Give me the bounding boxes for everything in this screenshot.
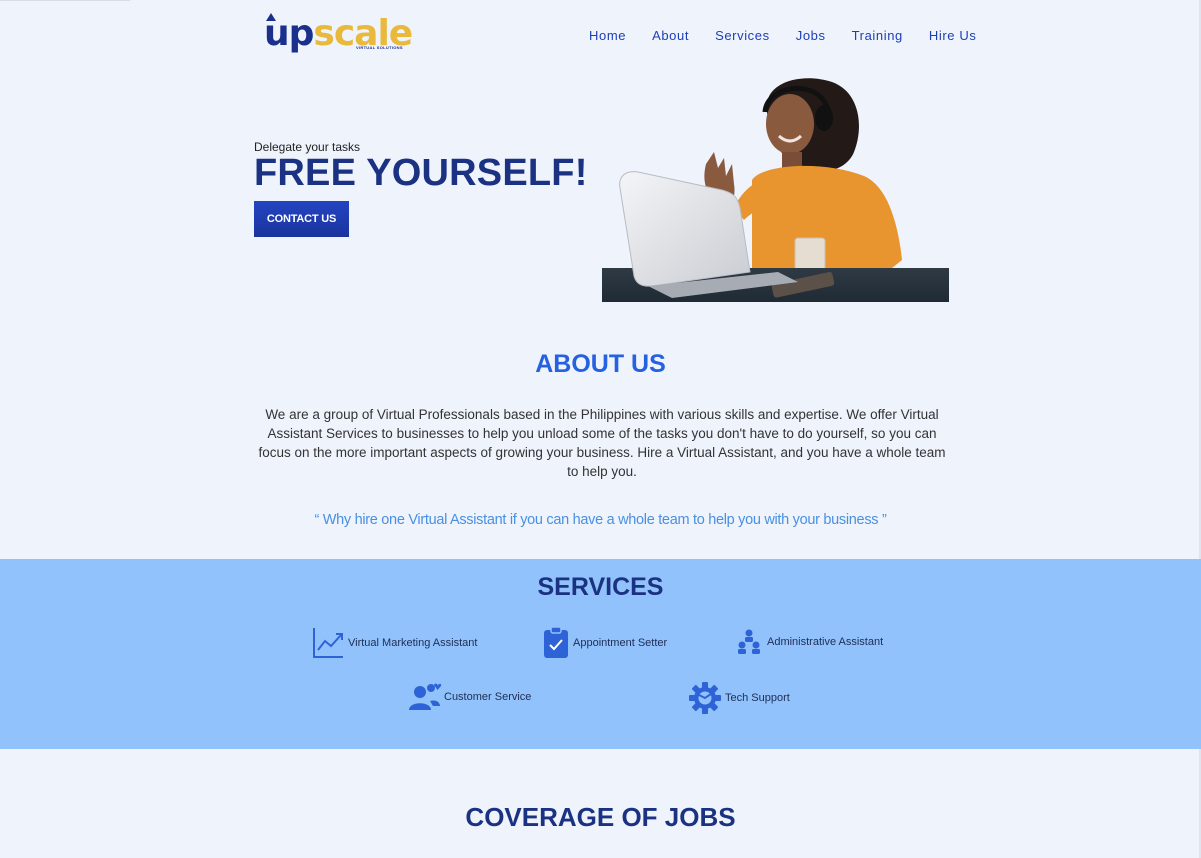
service-appointment-setter[interactable]: Appointment Setter (543, 626, 667, 659)
logo-tagline: VIRTUAL SOLUTIONS (356, 45, 403, 50)
about-quote: “ Why hire one Virtual Assistant if you … (314, 512, 887, 528)
coverage-title: COVERAGE OF JOBS (465, 802, 736, 832)
service-label: Customer Service (444, 691, 532, 703)
gear-icon (689, 682, 721, 714)
about-text: We are a group of Virtual Professionals … (258, 407, 946, 479)
nav-jobs[interactable]: Jobs (796, 28, 826, 44)
about-title: ABOUT US (535, 350, 666, 378)
service-tech-support[interactable]: Tech Support (689, 682, 790, 714)
service-virtual-marketing-assistant[interactable]: Virtual Marketing Assistant (312, 626, 477, 659)
services-title: SERVICES (537, 573, 664, 601)
hero-title: FREE YOURSELF! (254, 152, 588, 194)
upscale-logo[interactable]: upscale VIRTUAL SOLUTIONS (264, 13, 414, 54)
nav-hire-us[interactable]: Hire Us (929, 28, 977, 44)
service-label: Tech Support (725, 692, 790, 704)
service-administrative-assistant[interactable]: Administrative Assistant (736, 629, 883, 655)
contact-us-button[interactable]: CONTACT US (254, 201, 349, 237)
nav-about[interactable]: About (652, 28, 689, 44)
service-label: Appointment Setter (573, 636, 668, 649)
nav-home[interactable]: Home (589, 28, 626, 44)
clipboard-check-icon (544, 626, 568, 658)
service-label: Administrative Assistant (767, 636, 884, 648)
top-divider (0, 0, 130, 1)
trend-chart-icon (313, 628, 343, 658)
nav-services[interactable]: Services (715, 28, 770, 44)
services-section: SERVICES Virtual Marketing Assistant App… (0, 559, 1201, 749)
hero-image (602, 78, 949, 302)
service-label: Virtual Marketing Assistant (348, 636, 478, 649)
org-chart-icon (738, 629, 760, 654)
logo-text-up: up (264, 13, 314, 54)
main-nav: Home About Services Jobs Training Hire U… (589, 28, 976, 44)
people-heart-icon (409, 683, 442, 710)
service-customer-service[interactable]: Customer Service (408, 683, 531, 711)
nav-training[interactable]: Training (852, 28, 903, 44)
